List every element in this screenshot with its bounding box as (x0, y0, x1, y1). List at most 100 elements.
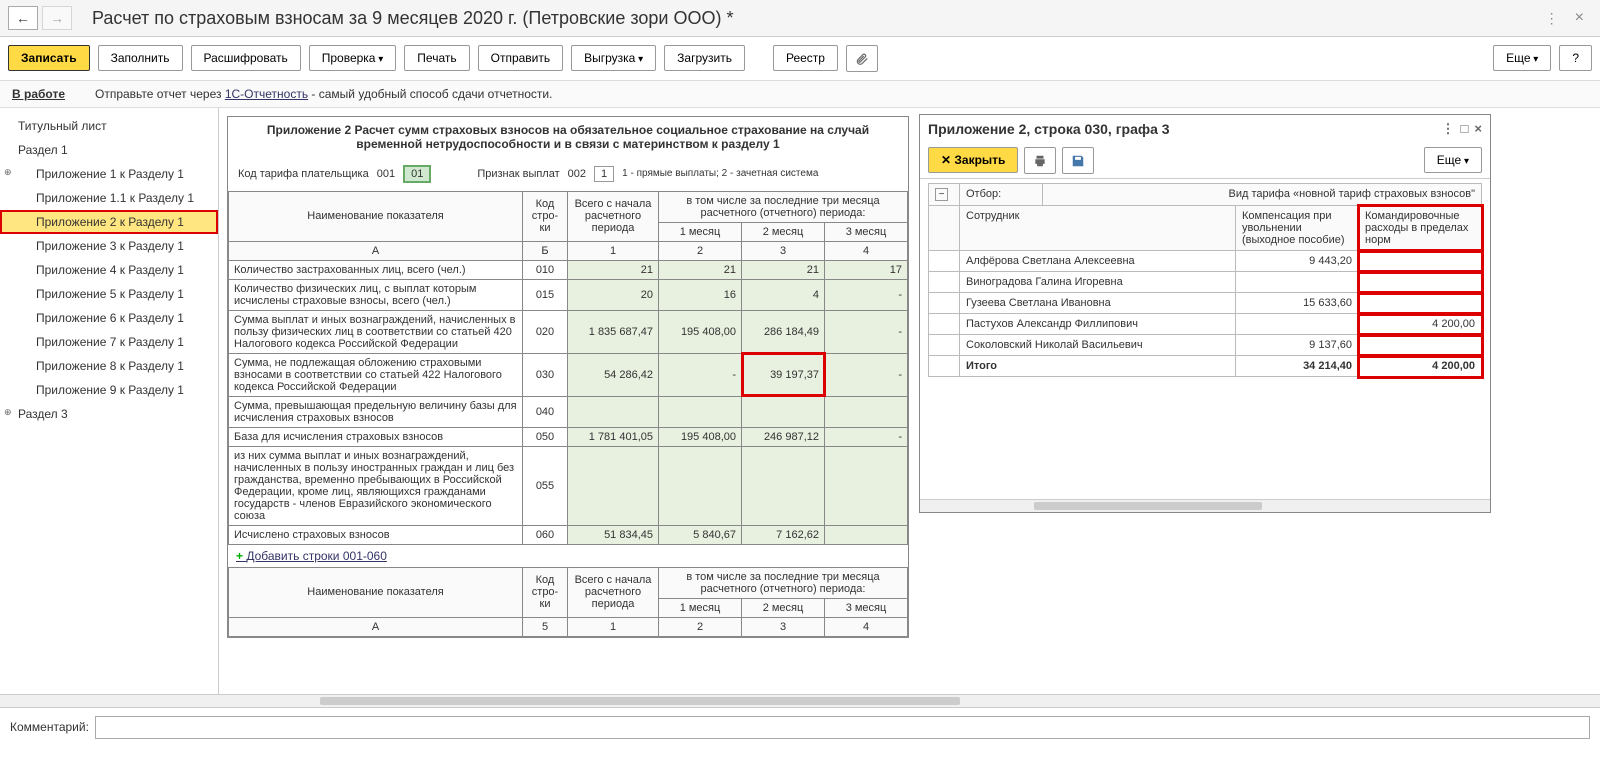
cell-value[interactable] (825, 446, 908, 525)
cell-value[interactable]: 16 (659, 279, 742, 310)
detail-save-button[interactable] (1062, 147, 1094, 174)
nav-forward-button[interactable]: → (42, 6, 72, 30)
col-name: Наименование показателя (229, 191, 523, 241)
cell-value[interactable]: - (825, 310, 908, 353)
fill-button[interactable]: Заполнить (98, 45, 183, 71)
detail-row[interactable]: Гузеева Светлана Ивановна15 633,60 (929, 293, 1482, 314)
detail-row[interactable]: Пастухов Александр Филлипович4 200,00 (929, 314, 1482, 335)
cell-value[interactable]: 54 286,42 (568, 353, 659, 396)
cell-value[interactable]: - (825, 427, 908, 446)
report-table-2: Наименование показателя Код стро-ки Всег… (228, 567, 908, 637)
cell-value[interactable]: - (659, 353, 742, 396)
send-button[interactable]: Отправить (478, 45, 564, 71)
detail-row[interactable]: Соколовский Николай Васильевич9 137,60 (929, 335, 1482, 356)
cell-value[interactable]: 21 (568, 260, 659, 279)
cell-value[interactable]: 4 (742, 279, 825, 310)
main-toolbar: Записать Заполнить Расшифровать Проверка… (0, 37, 1600, 81)
cell-value[interactable]: 51 834,45 (568, 525, 659, 544)
sidebar-item[interactable]: Приложение 9 к Разделу 1 (0, 378, 218, 402)
sidebar-item[interactable]: Приложение 6 к Разделу 1 (0, 306, 218, 330)
detail-dots-icon[interactable]: ⋮ (1442, 121, 1455, 137)
sidebar-item[interactable]: Приложение 8 к Разделу 1 (0, 354, 218, 378)
window-close-icon[interactable]: × (1575, 9, 1584, 27)
nav-back-button[interactable]: ← (8, 6, 38, 30)
cell-value[interactable] (742, 446, 825, 525)
check-button[interactable]: Проверка (309, 45, 397, 71)
detail-row[interactable]: Алфёрова Светлана Алексеевна9 443,20 (929, 251, 1482, 272)
cell-code: 030 (523, 353, 568, 396)
help-button[interactable]: ? (1559, 45, 1592, 71)
cell-value[interactable] (659, 446, 742, 525)
sidebar-item[interactable]: Приложение 2 к Разделу 1 (0, 210, 218, 234)
save-button[interactable]: Записать (8, 45, 90, 71)
cell-value[interactable]: 7 162,62 (742, 525, 825, 544)
cell-value[interactable]: 21 (742, 260, 825, 279)
cell-value[interactable]: 39 197,37 (742, 353, 825, 396)
sidebar-item[interactable]: Приложение 1.1 к Разделу 1 (0, 186, 218, 210)
report-title: Приложение 2 Расчет сумм страховых взнос… (228, 117, 908, 157)
cell-value[interactable] (825, 396, 908, 427)
cell-value[interactable]: 20 (568, 279, 659, 310)
cell-value[interactable]: 286 184,49 (742, 310, 825, 353)
detail-hscroll[interactable] (920, 499, 1490, 512)
attach-button[interactable] (846, 45, 878, 72)
cell-value[interactable]: 195 408,00 (659, 427, 742, 446)
filter-label: Отбор: (960, 183, 1043, 206)
cell-value[interactable]: 5 840,67 (659, 525, 742, 544)
comment-label: Комментарий: (10, 720, 89, 734)
registry-button[interactable]: Реестр (773, 45, 838, 71)
total-label: Итого (960, 356, 1236, 377)
detail-close-icon[interactable]: × (1474, 121, 1482, 136)
cell-value[interactable]: - (825, 279, 908, 310)
cell-value[interactable] (659, 396, 742, 427)
cell-value[interactable]: - (825, 353, 908, 396)
cell-value[interactable]: 1 781 401,05 (568, 427, 659, 446)
cell-value[interactable] (825, 525, 908, 544)
cell-name: Сумма, не подлежащая обложению страховым… (229, 353, 523, 396)
expand-icon[interactable]: ⊕ (4, 407, 12, 418)
comment-input[interactable] (95, 716, 1590, 739)
cell-value[interactable] (568, 396, 659, 427)
detail-maximize-icon[interactable]: □ (1461, 121, 1469, 136)
menu-dots-icon[interactable]: ⋮ (1545, 10, 1559, 27)
sidebar-item[interactable]: Приложение 7 к Разделу 1 (0, 330, 218, 354)
window-header: ← → Расчет по страховым взносам за 9 мес… (0, 0, 1600, 37)
cell-value[interactable]: 17 (825, 260, 908, 279)
status-work[interactable]: В работе (12, 87, 65, 101)
load-button[interactable]: Загрузить (664, 45, 745, 71)
sidebar-item-label: Приложение 9 к Разделу 1 (36, 383, 184, 397)
main-hscroll[interactable] (0, 694, 1600, 707)
decode-button[interactable]: Расшифровать (191, 45, 301, 71)
detail-print-button[interactable] (1024, 147, 1056, 174)
cell-value[interactable]: 246 987,12 (742, 427, 825, 446)
sidebar-item[interactable]: ⊕Раздел 3 (0, 402, 218, 426)
detail-more-button[interactable]: Еще (1424, 147, 1482, 173)
report-row: Количество физических лиц, с выплат кото… (229, 279, 908, 310)
sidebar-item[interactable]: Приложение 4 к Разделу 1 (0, 258, 218, 282)
cell-value[interactable]: 21 (659, 260, 742, 279)
sidebar-item[interactable]: Титульный лист (0, 114, 218, 138)
status-link[interactable]: 1С-Отчетность (225, 87, 308, 101)
cell-value[interactable]: 195 408,00 (659, 310, 742, 353)
add-rows-link[interactable]: Добавить строки 001-060 (228, 545, 395, 567)
sidebar-item[interactable]: Приложение 3 к Разделу 1 (0, 234, 218, 258)
sidebar-item[interactable]: Раздел 1 (0, 138, 218, 162)
sidebar-item[interactable]: Приложение 5 к Разделу 1 (0, 282, 218, 306)
param-tariff-value[interactable]: 01 (403, 165, 431, 183)
cell-employee: Соколовский Николай Васильевич (960, 335, 1236, 356)
print-button[interactable]: Печать (404, 45, 469, 71)
cell-value[interactable] (568, 446, 659, 525)
sidebar-item-label: Приложение 2 к Разделу 1 (36, 215, 184, 229)
detail-row[interactable]: Виноградова Галина Игоревна (929, 272, 1482, 293)
more-button[interactable]: Еще (1493, 45, 1551, 71)
cell-code: 020 (523, 310, 568, 353)
detail-close-button[interactable]: Закрыть (928, 147, 1018, 173)
tree-collapse-icon[interactable]: − (935, 188, 948, 201)
cell-value[interactable]: 1 835 687,47 (568, 310, 659, 353)
param-sign-value[interactable]: 1 (594, 166, 614, 182)
expand-icon[interactable]: ⊕ (4, 167, 12, 178)
sidebar-item[interactable]: ⊕Приложение 1 к Разделу 1 (0, 162, 218, 186)
upload-button[interactable]: Выгрузка (571, 45, 656, 71)
cell-comp: 9 137,60 (1236, 335, 1359, 356)
cell-value[interactable] (742, 396, 825, 427)
